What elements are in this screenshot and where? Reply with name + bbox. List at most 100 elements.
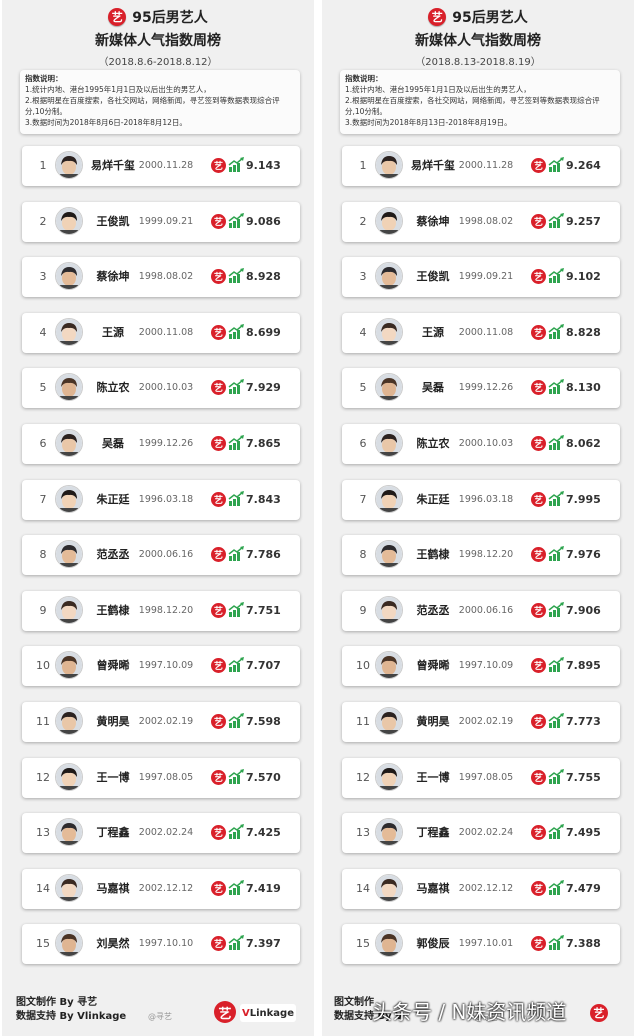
- yi-logo-icon: 艺: [531, 602, 546, 618]
- credit-line: 图文制作 By 寻艺: [16, 997, 98, 1008]
- birth-date: 1996.03.18: [458, 493, 514, 505]
- artist-name: 陈立农: [96, 381, 130, 395]
- yi-logo-icon: 艺: [211, 269, 226, 285]
- yi-logo-icon: 艺: [531, 769, 546, 785]
- artist-name: 易烊千玺: [91, 159, 135, 172]
- birth-date: 2000.06.16: [138, 549, 194, 561]
- panel-subtitle: 新媒体人气指数周榜: [95, 33, 221, 49]
- artist-name: 朱正廷: [96, 492, 130, 506]
- birth-date: 1999.09.21: [138, 215, 194, 227]
- avatar: [375, 651, 403, 680]
- ranking-panel-left: 艺 95后男艺人 新媒体人气指数周榜 （2018.8.6-2018.8.12） …: [2, 0, 314, 1036]
- birth-date: 1998.08.02: [138, 271, 194, 283]
- birth-date: 1998.12.20: [138, 604, 194, 616]
- rank-number: 10: [356, 659, 370, 673]
- rank-number: 2: [39, 214, 47, 228]
- avatar: [375, 151, 403, 179]
- avatar: [55, 540, 83, 569]
- birth-date: 1997.08.05: [138, 771, 194, 783]
- rank-number: 6: [39, 437, 47, 450]
- yi-logo-icon: 艺: [214, 1001, 236, 1023]
- trend-up-icon: [548, 546, 565, 562]
- rank-number: 13: [36, 826, 50, 840]
- avatar: [55, 595, 83, 624]
- trend-up-icon: [228, 879, 245, 895]
- rank-number: 1: [359, 159, 367, 172]
- artist-name: 陈立农: [416, 437, 450, 450]
- avatar: [55, 373, 83, 402]
- ranking-row: 10 曾舜晞 1997.10.09 艺 7.707: [22, 646, 300, 687]
- popularity-score: 7.773: [566, 715, 601, 728]
- yi-logo-icon: 艺: [211, 324, 226, 340]
- birth-date: 2002.12.12: [138, 882, 194, 894]
- avatar: [375, 818, 403, 847]
- popularity-score: 7.865: [246, 437, 281, 450]
- trend-up-icon: [228, 768, 245, 784]
- popularity-score: 7.397: [246, 937, 281, 951]
- popularity-score: 8.828: [566, 325, 601, 339]
- trend-up-icon: [548, 713, 565, 728]
- popularity-score: 7.495: [566, 826, 601, 840]
- trend-up-icon: [548, 490, 565, 506]
- avatar: [375, 540, 403, 569]
- notes-line: 1.统计内地、港台1995年1月1日及以后出生的男艺人，: [345, 85, 531, 94]
- panel-header: 艺 95后男艺人 新媒体人气指数周榜 （2018.8.13-2018.8.19）: [322, 6, 634, 68]
- artist-name: 黄明昊: [96, 715, 130, 728]
- rank-number: 11: [36, 715, 50, 728]
- birth-date: 1997.10.09: [138, 660, 194, 672]
- birth-date: 2002.02.19: [458, 716, 514, 727]
- yi-logo-icon: 艺: [531, 880, 546, 896]
- rank-number: 3: [359, 270, 367, 284]
- rank-number: 12: [36, 770, 50, 784]
- avatar: [55, 873, 83, 902]
- avatar: [55, 707, 83, 735]
- birth-date: 2000.11.28: [458, 160, 514, 171]
- avatar: [375, 762, 403, 791]
- yi-logo-icon: 艺: [428, 8, 447, 26]
- trend-up-icon: [228, 657, 245, 673]
- artist-name: 曾舜晞: [416, 659, 450, 673]
- ranking-row: 12 王一博 1997.08.05 艺 7.755: [342, 757, 620, 798]
- ranking-row: 8 王鹤棣 1998.12.20 艺 7.976: [342, 535, 620, 576]
- index-notes: 指数说明： 1.统计内地、港台1995年1月1日及以后出生的男艺人， 2.根据明…: [340, 70, 620, 134]
- trend-up-icon: [548, 601, 565, 617]
- artist-name: 王鹤棣: [96, 603, 130, 617]
- avatar: [375, 929, 403, 958]
- artist-name: 王源: [102, 325, 124, 339]
- weibo-watermark: @寻艺: [148, 1012, 172, 1021]
- ranking-row: 12 王一博 1997.08.05 艺 7.570: [22, 757, 300, 798]
- popularity-score: 9.086: [246, 214, 281, 228]
- rank-number: 3: [39, 270, 47, 284]
- avatar: [55, 818, 83, 847]
- trend-up-icon: [548, 379, 565, 395]
- trend-up-icon: [548, 879, 565, 895]
- avatar: [55, 151, 83, 179]
- popularity-score: 7.755: [566, 770, 601, 784]
- avatar: [375, 206, 403, 235]
- trend-up-icon: [228, 268, 245, 284]
- ranking-row: 1 易烊千玺 2000.11.28 艺 9.264: [342, 146, 620, 186]
- rank-number: 1: [39, 159, 47, 172]
- ranking-row: 7 朱正廷 1996.03.18 艺 7.843: [22, 479, 300, 520]
- popularity-score: 9.143: [246, 159, 281, 172]
- popularity-score: 7.425: [246, 826, 281, 840]
- yi-logo-icon: 艺: [531, 714, 546, 729]
- rank-number: 14: [356, 881, 370, 895]
- yi-logo-icon: 艺: [211, 380, 226, 396]
- yi-logo-icon: 艺: [211, 658, 226, 674]
- trend-up-icon: [228, 601, 245, 617]
- trend-up-icon: [228, 824, 245, 840]
- avatar: [55, 484, 83, 513]
- notes-line: 3.数据时间为2018年8月13日-2018年8月19日。: [345, 118, 512, 127]
- birth-date: 2000.11.28: [138, 160, 194, 171]
- birth-date: 1999.12.26: [458, 382, 514, 394]
- birth-date: 1996.03.18: [138, 493, 194, 505]
- ranking-row: 7 朱正廷 1996.03.18 艺 7.995: [342, 479, 620, 520]
- ranking-row: 8 范丞丞 2000.06.16 艺 7.786: [22, 535, 300, 576]
- divider: [316, 0, 320, 1036]
- artist-name: 马嘉祺: [416, 881, 450, 895]
- panel-title: 95后男艺人: [452, 10, 528, 26]
- avatar: [55, 651, 83, 680]
- yi-logo-icon: 艺: [211, 602, 226, 618]
- trend-up-icon: [228, 935, 245, 951]
